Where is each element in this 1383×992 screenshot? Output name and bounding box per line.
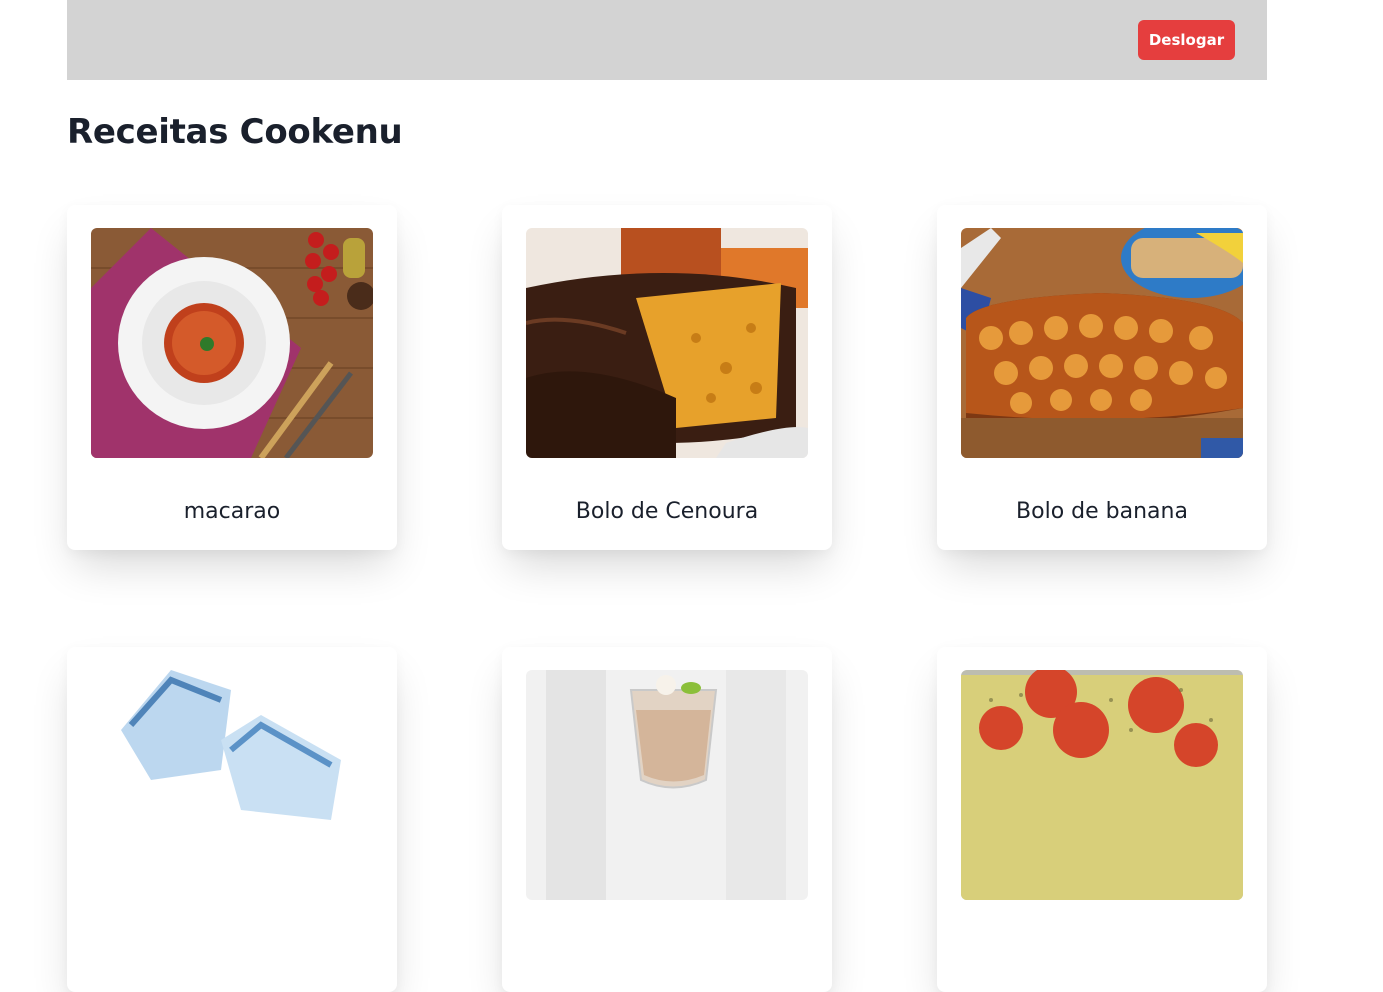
recipe-card[interactable] [67, 647, 397, 992]
recipe-card[interactable]: macarao [67, 205, 397, 550]
recipe-image-carrot-cake[interactable] [526, 228, 808, 458]
page-title: Receitas Cookenu [67, 112, 403, 152]
recipe-image-ice[interactable] [91, 670, 373, 900]
recipe-card[interactable]: Bolo de banana [937, 205, 1267, 550]
recipe-name: Bolo de Cenoura [575, 499, 759, 524]
recipe-image-banana-cake[interactable] [961, 228, 1243, 458]
recipe-name: Bolo de banana [1016, 499, 1188, 524]
recipe-image-spaghetti[interactable] [91, 228, 373, 458]
logout-button[interactable]: Deslogar [1138, 20, 1235, 60]
recipe-name: macarao [183, 499, 281, 524]
top-bar: Deslogar [67, 0, 1267, 80]
recipe-image-dessert[interactable] [526, 670, 808, 900]
recipe-card[interactable] [502, 647, 832, 992]
recipe-card[interactable]: Bolo de Cenoura [502, 205, 832, 550]
recipe-image-casserole[interactable] [961, 670, 1243, 900]
recipe-card[interactable] [937, 647, 1267, 992]
